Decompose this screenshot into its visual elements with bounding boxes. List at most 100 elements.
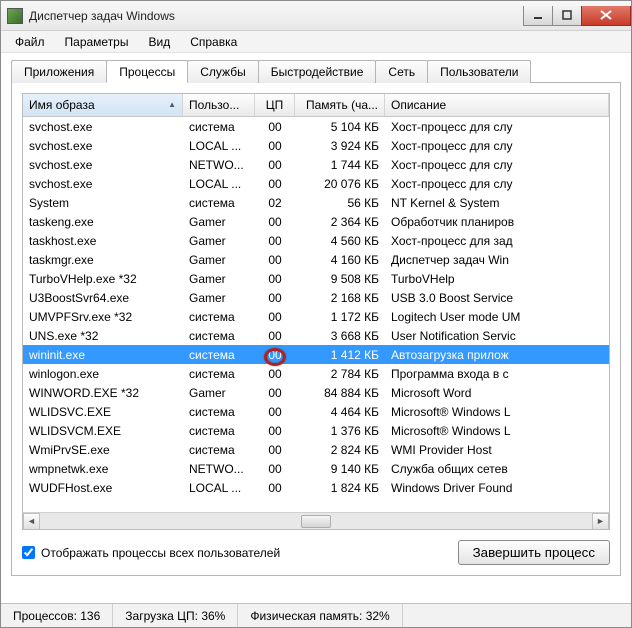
tab-performance[interactable]: Быстродействие <box>258 60 377 83</box>
col-cpu[interactable]: ЦП <box>255 94 295 116</box>
cell-image: TurboVHelp.exe *32 <box>23 272 183 286</box>
tab-networking[interactable]: Сеть <box>375 60 428 83</box>
cell-desc: Диспетчер задач Win <box>385 253 609 267</box>
cell-user: Gamer <box>183 272 255 286</box>
table-row[interactable]: WLIDSVC.EXEсистема004 464 КБMicrosoft® W… <box>23 402 609 421</box>
titlebar[interactable]: Диспетчер задач Windows <box>1 1 631 31</box>
status-bar: Процессов: 136 Загрузка ЦП: 36% Физическ… <box>1 603 631 627</box>
cell-cpu: 00 <box>255 481 295 495</box>
horizontal-scrollbar[interactable]: ◄ ► <box>23 512 609 529</box>
scroll-thumb[interactable] <box>301 515 331 528</box>
cell-desc: Microsoft Word <box>385 386 609 400</box>
cell-cpu: 00 <box>255 158 295 172</box>
cell-image: winlogon.exe <box>23 367 183 381</box>
tab-applications[interactable]: Приложения <box>11 60 107 83</box>
cell-desc: Программа входа в с <box>385 367 609 381</box>
cell-desc: Microsoft® Windows L <box>385 424 609 438</box>
cell-mem: 3 668 КБ <box>295 329 385 343</box>
maximize-button[interactable] <box>552 6 582 26</box>
cell-mem: 4 160 КБ <box>295 253 385 267</box>
table-row[interactable]: winlogon.exeсистема002 784 КБПрограмма в… <box>23 364 609 383</box>
cell-user: Gamer <box>183 234 255 248</box>
menu-options[interactable]: Параметры <box>57 33 137 51</box>
cell-user: NETWO... <box>183 462 255 476</box>
process-list[interactable]: Имя образа ▲ Пользо... ЦП Память (ча... … <box>22 93 610 530</box>
tab-processes[interactable]: Процессы <box>106 60 188 83</box>
table-row[interactable]: svchost.exeLOCAL ...003 924 КБХост-проце… <box>23 136 609 155</box>
cell-user: Gamer <box>183 215 255 229</box>
checkbox-input[interactable] <box>22 546 35 559</box>
table-row[interactable]: U3BoostSvr64.exeGamer002 168 КБUSB 3.0 B… <box>23 288 609 307</box>
cell-user: NETWO... <box>183 158 255 172</box>
end-process-button[interactable]: Завершить процесс <box>458 540 610 565</box>
cell-cpu: 00 <box>255 310 295 324</box>
window-title: Диспетчер задач Windows <box>29 9 524 23</box>
cell-mem: 3 924 КБ <box>295 139 385 153</box>
table-row[interactable]: taskmgr.exeGamer004 160 КБДиспетчер зада… <box>23 250 609 269</box>
cell-mem: 4 560 КБ <box>295 234 385 248</box>
cell-cpu: 00 <box>255 367 295 381</box>
table-row[interactable]: UMVPFSrv.exe *32система001 172 КБLogitec… <box>23 307 609 326</box>
table-row[interactable]: wmpnetwk.exeNETWO...009 140 КБСлужба общ… <box>23 459 609 478</box>
cell-image: svchost.exe <box>23 158 183 172</box>
app-icon <box>7 8 23 24</box>
col-user[interactable]: Пользо... <box>183 94 255 116</box>
cell-user: Gamer <box>183 386 255 400</box>
list-body[interactable]: svchost.exeсистема005 104 КБХост-процесс… <box>23 117 609 512</box>
cell-mem: 56 КБ <box>295 196 385 210</box>
cell-desc: Microsoft® Windows L <box>385 405 609 419</box>
cell-image: svchost.exe <box>23 177 183 191</box>
status-processes: Процессов: 136 <box>1 604 113 627</box>
tab-users[interactable]: Пользователи <box>427 60 531 83</box>
table-row[interactable]: TurboVHelp.exe *32Gamer009 508 КБTurboVH… <box>23 269 609 288</box>
table-row[interactable]: UNS.exe *32система003 668 КБUser Notific… <box>23 326 609 345</box>
cell-cpu: 00 <box>255 120 295 134</box>
sort-arrow-icon: ▲ <box>168 100 176 109</box>
tab-services[interactable]: Службы <box>187 60 258 83</box>
cell-mem: 20 076 КБ <box>295 177 385 191</box>
cell-desc: Хост-процесс для слу <box>385 120 609 134</box>
cell-cpu: 00 <box>255 253 295 267</box>
cell-image: UNS.exe *32 <box>23 329 183 343</box>
task-manager-window: Диспетчер задач Windows Файл Параметры В… <box>0 0 632 628</box>
table-row[interactable]: WUDFHost.exeLOCAL ...001 824 КБWindows D… <box>23 478 609 497</box>
table-row[interactable]: svchost.exeсистема005 104 КБХост-процесс… <box>23 117 609 136</box>
menu-view[interactable]: Вид <box>140 33 178 51</box>
menu-file[interactable]: Файл <box>7 33 53 51</box>
cell-user: система <box>183 310 255 324</box>
minimize-button[interactable] <box>523 6 553 26</box>
cell-cpu: 00 <box>255 234 295 248</box>
cell-mem: 1 744 КБ <box>295 158 385 172</box>
close-button[interactable] <box>581 6 631 26</box>
scroll-left-icon[interactable]: ◄ <box>23 513 40 530</box>
col-memory[interactable]: Память (ча... <box>295 94 385 116</box>
cell-cpu: 00 <box>255 291 295 305</box>
cell-user: система <box>183 348 255 362</box>
cell-image: WLIDSVC.EXE <box>23 405 183 419</box>
table-row[interactable]: taskhost.exeGamer004 560 КБХост-процесс … <box>23 231 609 250</box>
cell-user: система <box>183 329 255 343</box>
table-row[interactable]: svchost.exeLOCAL ...0020 076 КБХост-проц… <box>23 174 609 193</box>
menu-help[interactable]: Справка <box>182 33 245 51</box>
table-row[interactable]: WmiPrvSE.exeсистема002 824 КБWMI Provide… <box>23 440 609 459</box>
cell-image: svchost.exe <box>23 120 183 134</box>
cell-cpu: 00 <box>255 272 295 286</box>
cell-desc: TurboVHelp <box>385 272 609 286</box>
cell-desc: Хост-процесс для слу <box>385 177 609 191</box>
table-row[interactable]: wininit.exeсистема001 412 КБАвтозагрузка… <box>23 345 609 364</box>
table-row[interactable]: WLIDSVCM.EXEсистема001 376 КБMicrosoft® … <box>23 421 609 440</box>
table-row[interactable]: Systemсистема0256 КБNT Kernel & System <box>23 193 609 212</box>
cell-image: taskeng.exe <box>23 215 183 229</box>
show-all-users-checkbox[interactable]: Отображать процессы всех пользователей <box>22 546 280 560</box>
table-row[interactable]: svchost.exeNETWO...001 744 КБХост-процес… <box>23 155 609 174</box>
cell-image: taskmgr.exe <box>23 253 183 267</box>
cell-image: WINWORD.EXE *32 <box>23 386 183 400</box>
table-row[interactable]: WINWORD.EXE *32Gamer0084 884 КБMicrosoft… <box>23 383 609 402</box>
cell-user: Gamer <box>183 291 255 305</box>
scroll-track[interactable] <box>40 513 592 530</box>
scroll-right-icon[interactable]: ► <box>592 513 609 530</box>
cell-cpu: 00 <box>255 443 295 457</box>
table-row[interactable]: taskeng.exeGamer002 364 КБОбработчик пла… <box>23 212 609 231</box>
col-image[interactable]: Имя образа ▲ <box>23 94 183 116</box>
col-description[interactable]: Описание <box>385 94 609 116</box>
